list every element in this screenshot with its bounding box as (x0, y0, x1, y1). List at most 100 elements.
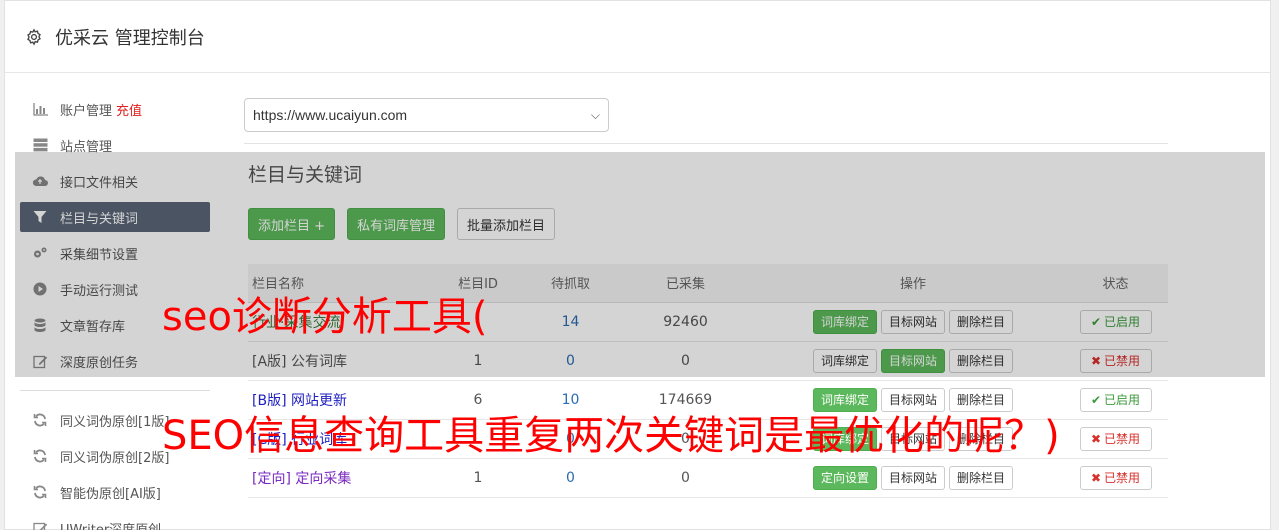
gear-icon (27, 28, 41, 46)
refresh-icon (32, 448, 48, 464)
sidebar-item-ai-original[interactable]: 智能伪原创[AI版] (20, 477, 210, 507)
sidebar-item-label: 采集细节设置 (60, 247, 139, 263)
sidebar-item-label: 站点管理 (60, 139, 113, 155)
status-cell: ✔ 已启用 (1063, 302, 1168, 342)
divider (244, 143, 1168, 144)
check-icon: ✔ (1090, 314, 1102, 329)
operations-cell: 定向设置 目标网站 删除栏目 (763, 458, 1063, 498)
directed-settings-button[interactable]: 定向设置 (812, 465, 877, 490)
delete-column-button[interactable]: 删除栏目 (949, 348, 1014, 373)
column-header: 状态 (1063, 264, 1168, 303)
toolbar: 添加栏目 + 私有词库管理 批量添加栏目 (248, 208, 556, 240)
pending-count: 0 (533, 341, 608, 381)
status-toggle[interactable]: ✖ 已禁用 (1079, 348, 1152, 373)
status-cell: ✖ 已禁用 (1063, 458, 1168, 498)
column-name[interactable]: 网站更新 (291, 393, 347, 409)
cloud-upload-icon (32, 173, 48, 189)
bind-lexicon-button[interactable]: 词库绑定 (812, 309, 877, 334)
column-header: 已采集 (608, 264, 763, 303)
status-label: 已禁用 (1104, 354, 1141, 368)
watermark-caption-2: SEO信息查询工具重复两次关键词是最优化的呢？) (162, 413, 1060, 459)
add-column-button[interactable]: 添加栏目 + (248, 208, 336, 240)
status-toggle[interactable]: ✖ 已禁用 (1079, 426, 1152, 451)
sidebar-item-label: 手动运行测试 (60, 283, 139, 299)
status-cell: ✔ 已启用 (1063, 380, 1168, 420)
column-tag: [A版] (252, 353, 287, 370)
sidebar-item-label: 文章暂存库 (60, 319, 126, 335)
delete-column-button[interactable]: 删除栏目 (949, 465, 1014, 490)
delete-column-button[interactable]: 删除栏目 (949, 387, 1014, 412)
collected-count: 0 (608, 341, 763, 381)
target-site-button[interactable]: 目标网站 (880, 387, 945, 412)
watermark-caption-1: seo诊断分析工具( (162, 294, 488, 340)
bind-lexicon-button[interactable]: 词库绑定 (812, 348, 877, 373)
cogs-icon (32, 245, 48, 261)
operations-cell: 词库绑定 目标网站 删除栏目 (763, 341, 1063, 381)
recharge-link[interactable]: 充值 (116, 100, 142, 119)
status-label: 已禁用 (1104, 432, 1141, 446)
target-site-button[interactable]: 目标网站 (880, 465, 945, 490)
play-circle-icon (32, 281, 48, 297)
status-toggle[interactable]: ✔ 已启用 (1079, 387, 1152, 412)
sidebar-item-label: 接口文件相关 (60, 175, 139, 191)
column-header: 待抓取 (533, 264, 608, 303)
sidebar-item-account[interactable]: 账户管理 充值 (20, 94, 210, 124)
sidebar-item-label: 智能伪原创[AI版] (60, 486, 161, 502)
sidebar-item-label: 同义词伪原创[2版] (60, 450, 170, 466)
sidebar-item-label: 栏目与关键词 (60, 211, 139, 227)
edit-icon (32, 520, 48, 530)
pending-count: 0 (533, 458, 608, 498)
sidebar-item-deep-original[interactable]: 深度原创任务 (20, 346, 210, 376)
column-id: 1 (423, 341, 533, 381)
table-row: [定向] 定向采集 1 0 0 定向设置 目标网站 删除栏目 ✖ 已禁用 (248, 458, 1168, 498)
app-header: 优采云 管理控制台 (5, 1, 1270, 73)
server-icon (32, 137, 48, 153)
column-name-cell: [定向] 定向采集 (248, 458, 423, 498)
refresh-icon (32, 484, 48, 500)
status-label: 已启用 (1104, 393, 1141, 407)
main-content: https://www.ucaiyun.com ⌵ 栏目与关键词 添加栏目 + … (244, 98, 1168, 498)
app-title: 优采云 管理控制台 (55, 27, 205, 49)
site-select[interactable]: https://www.ucaiyun.com ⌵ (244, 98, 609, 132)
status-toggle[interactable]: ✖ 已禁用 (1079, 465, 1152, 490)
bar-chart-icon (32, 101, 48, 117)
column-name[interactable]: 定向采集 (295, 471, 351, 487)
sidebar-item-collect-settings[interactable]: 采集细节设置 (20, 238, 210, 268)
column-name[interactable]: 公有词库 (291, 354, 347, 370)
column-name-cell: [A版] 公有词库 (248, 341, 423, 381)
collected-count: 92460 (608, 302, 763, 342)
section-title: 栏目与关键词 (248, 164, 363, 186)
sidebar-item-uwriter[interactable]: UWriter深度原创 (20, 513, 210, 530)
sidebar-item-sites[interactable]: 站点管理 (20, 130, 210, 160)
check-icon: ✔ (1090, 392, 1102, 407)
bind-lexicon-button[interactable]: 词库绑定 (812, 387, 877, 412)
status-cell: ✖ 已禁用 (1063, 419, 1168, 459)
target-site-button[interactable]: 目标网站 (880, 309, 945, 334)
column-id: 1 (423, 458, 533, 498)
sidebar-item-label: 深度原创任务 (60, 355, 139, 371)
private-lexicon-button[interactable]: 私有词库管理 (347, 208, 446, 240)
batch-add-button[interactable]: 批量添加栏目 (457, 208, 556, 240)
filter-icon (32, 209, 48, 225)
column-tag: [定向] (252, 470, 291, 487)
status-cell: ✖ 已禁用 (1063, 341, 1168, 381)
sidebar-item-label: UWriter深度原创 (60, 522, 162, 530)
close-icon: ✖ (1090, 470, 1102, 485)
operations-cell: 词库绑定 目标网站 删除栏目 (763, 302, 1063, 342)
refresh-icon (32, 412, 48, 428)
close-icon: ✖ (1090, 431, 1102, 446)
column-header: 操作 (763, 264, 1063, 303)
sidebar-item-label: 账户管理 (60, 103, 113, 119)
status-label: 已启用 (1104, 315, 1141, 329)
site-select-value: https://www.ucaiyun.com (253, 107, 408, 123)
sidebar-item-interface-files[interactable]: 接口文件相关 (20, 166, 210, 196)
database-icon (32, 317, 48, 333)
status-toggle[interactable]: ✔ 已启用 (1079, 309, 1152, 334)
close-icon: ✖ (1090, 353, 1102, 368)
edit-icon (32, 353, 48, 369)
delete-column-button[interactable]: 删除栏目 (949, 309, 1014, 334)
chevron-down-icon: ⌵ (590, 107, 600, 122)
pending-count: 14 (533, 302, 608, 342)
sidebar-item-columns-keywords[interactable]: 栏目与关键词 (20, 202, 210, 232)
target-site-button[interactable]: 目标网站 (880, 348, 945, 373)
